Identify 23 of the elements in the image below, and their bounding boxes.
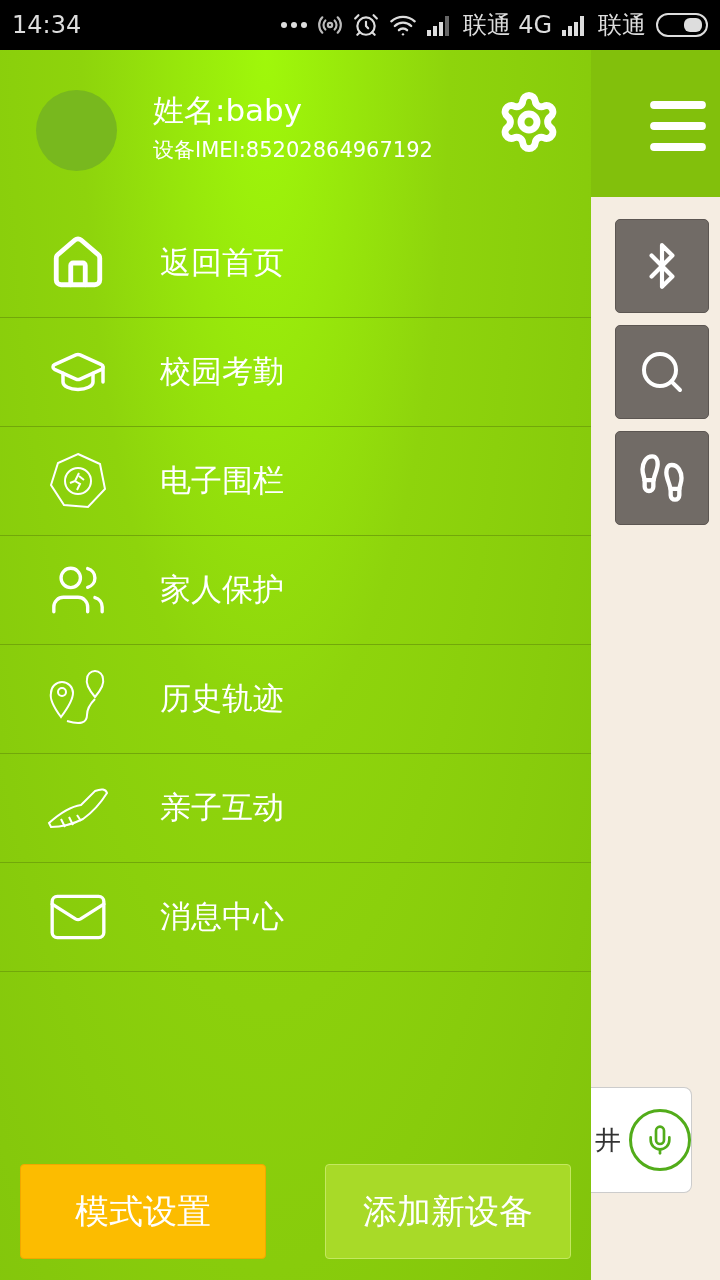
more-dots-icon: [280, 22, 307, 28]
menu-item[interactable]: 电子围栏: [0, 427, 591, 536]
menu-item[interactable]: 家人保护: [0, 536, 591, 645]
menu-item[interactable]: 校园考勤: [0, 318, 591, 427]
carrier-label: 联通: [598, 10, 646, 41]
carrier-label: 联通 4G: [462, 10, 552, 41]
mode-settings-button[interactable]: 模式设置: [20, 1164, 266, 1259]
battery-icon: [656, 13, 708, 37]
alarm-icon: [352, 12, 379, 38]
menu-item[interactable]: 返回首页: [0, 209, 591, 318]
card-text: 井: [595, 1123, 621, 1157]
bluetooth-button[interactable]: [615, 219, 709, 313]
footprints-button[interactable]: [615, 431, 709, 525]
search-button[interactable]: [615, 325, 709, 419]
status-time: 14:34: [12, 11, 82, 39]
menu-item[interactable]: 历史轨迹: [0, 645, 591, 754]
microphone-button[interactable]: [629, 1109, 691, 1171]
runner-fence-icon: [48, 451, 108, 511]
add-device-button[interactable]: 添加新设备: [325, 1164, 571, 1259]
shoe-icon: [47, 785, 109, 831]
device-imei: 设备IMEI:85202864967192: [153, 137, 434, 164]
child-name: 姓名:baby: [153, 91, 304, 130]
menu-item[interactable]: 消息中心: [0, 863, 591, 972]
